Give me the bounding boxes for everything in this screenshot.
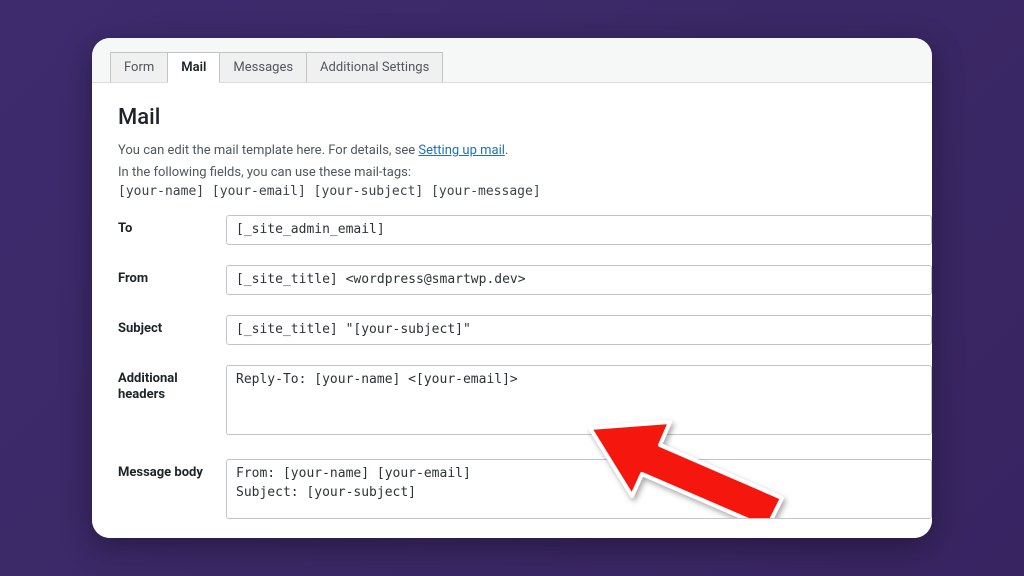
mail-settings-panel: Form Mail Messages Additional Settings M… <box>92 38 932 538</box>
tab-messages[interactable]: Messages <box>219 52 307 82</box>
intro-text: You can edit the mail template here. For… <box>118 142 932 161</box>
intro-prefix: You can edit the mail template here. For… <box>118 143 418 158</box>
input-to[interactable] <box>226 215 932 245</box>
tabs-container: Form Mail Messages Additional Settings <box>92 38 932 83</box>
row-to: To <box>118 215 932 245</box>
tags-instruction: In the following fields, you can use the… <box>118 165 932 180</box>
row-from: From <box>118 265 932 295</box>
section-heading: Mail <box>118 105 932 130</box>
setting-up-mail-link[interactable]: Setting up mail <box>418 143 504 158</box>
label-to: To <box>118 215 226 237</box>
tabs: Form Mail Messages Additional Settings <box>110 52 932 82</box>
input-subject[interactable] <box>226 315 932 345</box>
row-subject: Subject <box>118 315 932 345</box>
label-from: From <box>118 265 226 287</box>
row-body: Message body From: [your-name] [your-ema… <box>118 459 932 523</box>
tab-mail[interactable]: Mail <box>167 52 220 83</box>
input-body[interactable]: From: [your-name] [your-email] Subject: … <box>226 459 932 519</box>
label-subject: Subject <box>118 315 226 337</box>
input-from[interactable] <box>226 265 932 295</box>
tab-form[interactable]: Form <box>110 52 168 82</box>
input-headers[interactable]: Reply-To: [your-name] <[your-email]> <box>226 365 932 435</box>
row-headers: Additional headers Reply-To: [your-name]… <box>118 365 932 439</box>
mail-content: Mail You can edit the mail template here… <box>92 83 932 538</box>
tab-additional-settings[interactable]: Additional Settings <box>306 52 443 82</box>
mail-tags-list: [your-name] [your-email] [your-subject] … <box>118 184 932 199</box>
label-headers: Additional headers <box>118 365 226 402</box>
label-body: Message body <box>118 459 226 481</box>
intro-suffix: . <box>505 143 508 158</box>
